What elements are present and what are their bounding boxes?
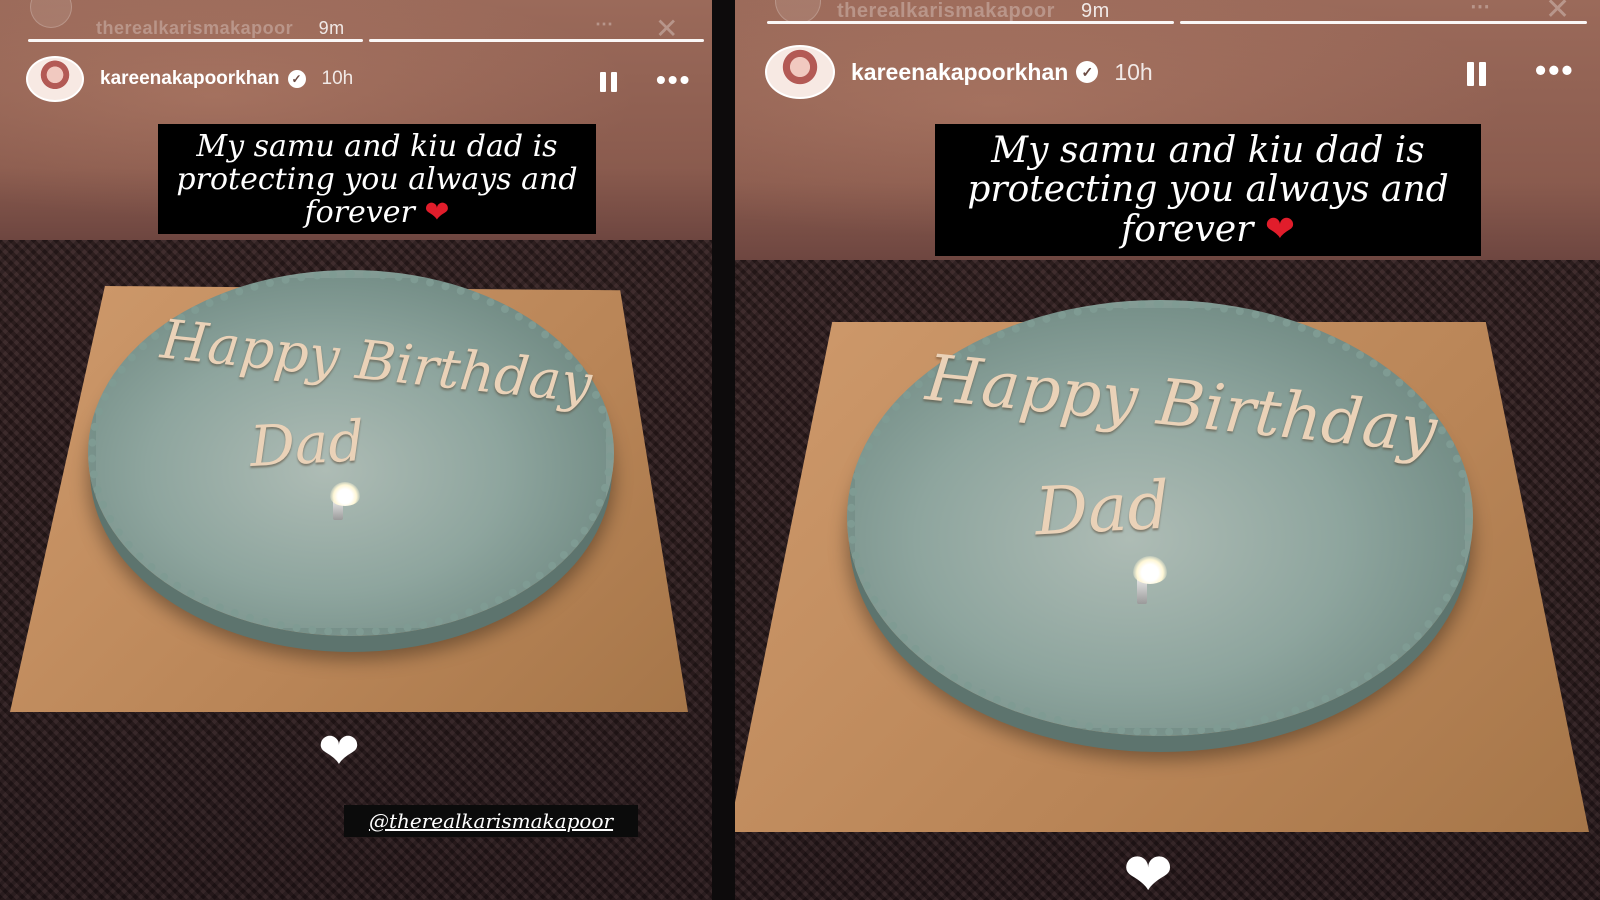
- story-caption: My samu and kiu dad is protecting you al…: [935, 124, 1481, 256]
- caption-line-1: My samu and kiu dad is: [196, 128, 558, 164]
- progress-segment: [369, 39, 704, 42]
- caption-line-2: protecting you always and: [967, 169, 1449, 211]
- story-header: kareenakapoorkhan ✓ 10h: [26, 56, 353, 102]
- avatar[interactable]: [765, 45, 835, 99]
- background-story-header: therealkarismakapoor 9m ⋯ ✕: [0, 13, 712, 44]
- background-story-time: 9m: [318, 18, 345, 38]
- panel-divider: [712, 0, 735, 900]
- avatar[interactable]: [26, 56, 84, 102]
- story-progress-bar: [28, 39, 704, 42]
- story-panel-left: therealkarismakapoor 9m ⋯ ✕ kareenakapoo…: [0, 0, 712, 900]
- mention-sticker[interactable]: @therealkarismakapoor: [344, 805, 638, 837]
- caption-line-2: protecting you always and: [176, 161, 578, 197]
- red-heart-emoji-icon: ❤: [1264, 208, 1295, 250]
- story-username[interactable]: kareenakapoorkhan: [851, 59, 1068, 86]
- candle-flame: [1133, 556, 1167, 584]
- pause-icon[interactable]: [1467, 62, 1486, 86]
- story-username[interactable]: kareenakapoorkhan: [100, 68, 280, 90]
- background-story-time: 9m: [1080, 0, 1110, 22]
- more-options-icon[interactable]: •••: [656, 64, 691, 96]
- background-story-header: therealkarismakapoor 9m ⋯ ✕: [735, 0, 1600, 26]
- background-more-icon: ⋯: [595, 14, 614, 34]
- background-story-username: therealkarismakapoor: [96, 18, 294, 38]
- story-time: 10h: [321, 68, 354, 89]
- progress-segment: [767, 21, 1174, 24]
- more-options-icon[interactable]: •••: [1535, 52, 1575, 89]
- verified-badge-icon: ✓: [1076, 61, 1099, 83]
- caption-line-3: forever: [304, 194, 415, 230]
- caption-line-1: My samu and kiu dad is: [991, 129, 1425, 171]
- story-panel-right: therealkarismakapoor 9m ⋯ ✕ kareenakapoo…: [735, 0, 1600, 900]
- heart-icon[interactable]: ❤: [1123, 840, 1173, 900]
- story-caption: My samu and kiu dad is protecting you al…: [158, 124, 596, 234]
- progress-segment: [28, 39, 363, 42]
- caption-line-3: forever: [1120, 208, 1254, 250]
- story-header: kareenakapoorkhan ✓ 10h: [765, 44, 1153, 100]
- background-more-icon: ⋯: [1470, 0, 1491, 18]
- story-progress-bar: [767, 21, 1587, 24]
- heart-icon[interactable]: ❤: [318, 722, 360, 780]
- verified-badge-icon: ✓: [287, 70, 306, 88]
- background-story-username: therealkarismakapoor: [837, 0, 1055, 22]
- pause-icon[interactable]: [600, 72, 617, 92]
- cake-text-line-2: Dad: [248, 409, 366, 480]
- cake-text-line-2: Dad: [1033, 466, 1172, 551]
- progress-segment: [1180, 21, 1587, 24]
- candle-flame: [330, 482, 360, 506]
- story-time: 10h: [1114, 58, 1153, 85]
- red-heart-emoji-icon: ❤: [424, 194, 450, 230]
